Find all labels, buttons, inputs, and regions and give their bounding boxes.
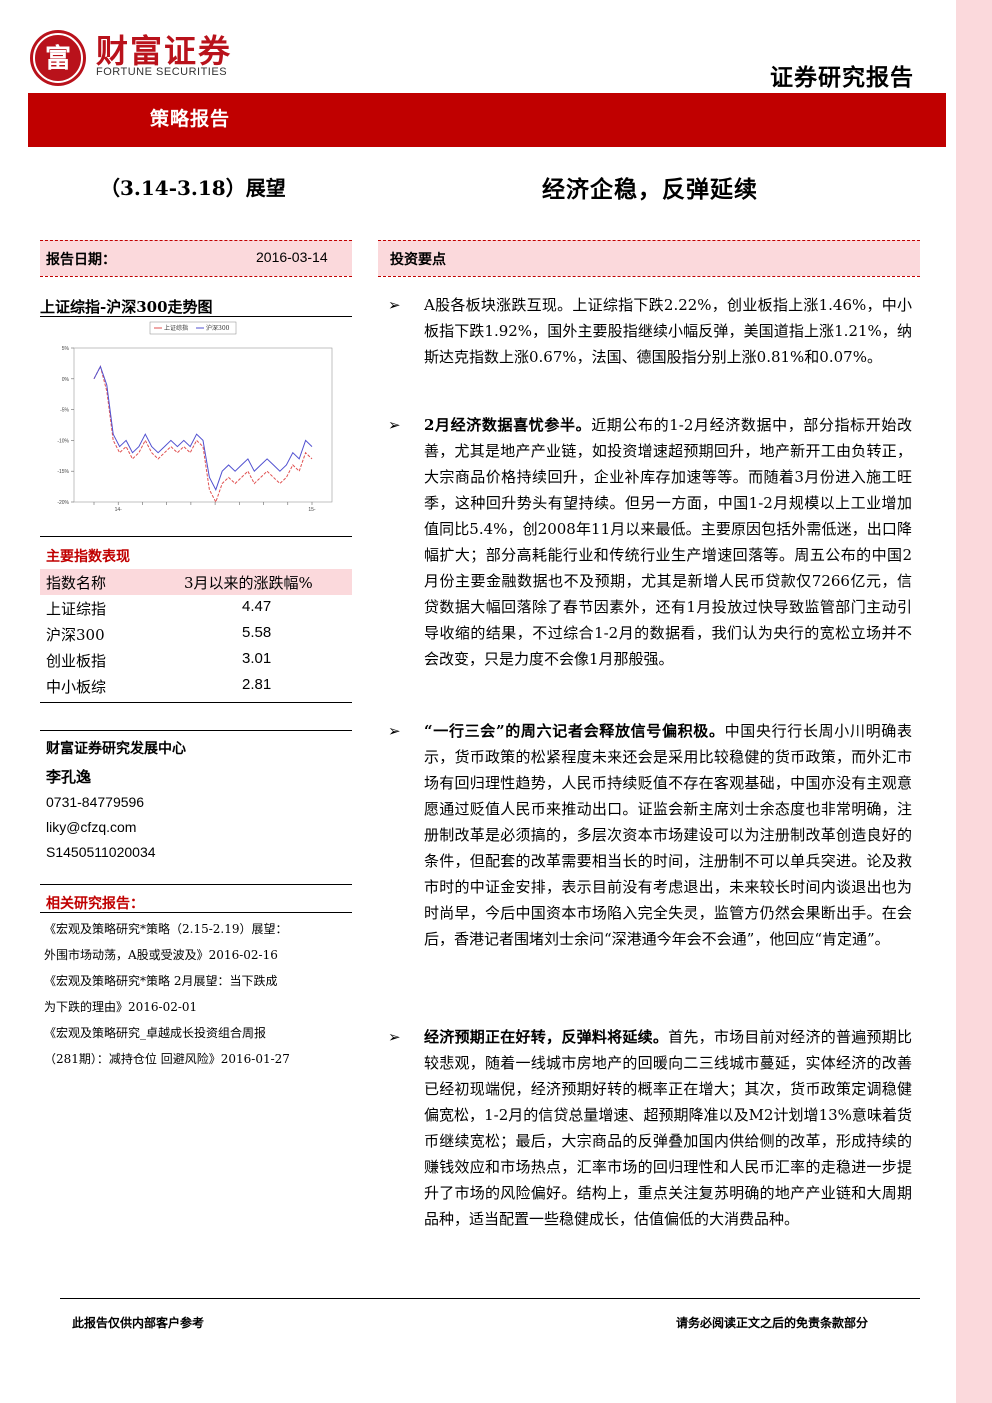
- chart-title: 上证综指-沪深300走势图: [40, 298, 213, 316]
- analyst-cert: S1450511020034: [46, 844, 156, 860]
- divider: [40, 536, 352, 537]
- logo-char: 富: [45, 43, 71, 74]
- bullet-marker: ➢: [388, 722, 401, 740]
- related-line: （281期）：减持仓位 回避风险》2016-01-27: [44, 1052, 290, 1066]
- legend-label: 上证综指: [164, 324, 188, 332]
- report-date-label: 报告日期：: [46, 252, 116, 268]
- bullet-text: 中国央行行长周小川明确表示，货币政策的松紧程度未来还会是采用比较稳健的货币政策，…: [424, 722, 912, 948]
- y-tick-label: -20%: [57, 500, 69, 506]
- y-tick-label: 0%: [62, 377, 70, 383]
- plot-frame: [73, 347, 333, 503]
- footer-right: 请务必阅读正文之后的免责条款部分: [676, 1316, 869, 1330]
- index-name: 沪深300: [46, 626, 105, 644]
- brand-name-en: FORTUNE SECURITIES: [96, 66, 228, 78]
- divider: [378, 276, 920, 277]
- bullet-text: A股各板块涨跌互现。上证综指下跌2.22%，创业板指上涨1.46%，中小板指下跌…: [424, 296, 912, 366]
- headline: 经济企稳，反弹延续: [542, 176, 758, 203]
- bullet-marker: ➢: [388, 416, 401, 434]
- band-label: 策略报告: [150, 108, 231, 130]
- bullet-paragraph: 经济预期正在好转，反弹料将延续。首先，市场目前对经济的普遍预期比较悲观，随着一线…: [424, 1024, 912, 1232]
- table-row: 中小板综 2.81: [46, 674, 346, 700]
- index-table-header: 指数名称 3月以来的涨跌幅%: [46, 570, 346, 596]
- bullet-lead: “一行三会”的周六记者会释放信号偏积极。: [424, 722, 725, 740]
- points-heading: 投资要点: [390, 252, 446, 268]
- x-tick-label: 15-: [308, 507, 316, 513]
- y-tick-label: -5%: [60, 408, 69, 414]
- bullet-lead: 经济预期正在好转，反弹料将延续。: [424, 1028, 669, 1046]
- index-value: 5.58: [242, 624, 272, 641]
- footer-rule: [60, 1298, 920, 1299]
- report-type: 证券研究报告: [770, 64, 914, 91]
- analyst-phone: 0731-84779596: [46, 794, 145, 810]
- divider: [40, 702, 352, 703]
- legend-label: 沪深300: [206, 324, 230, 332]
- index-value: 3.01: [242, 650, 272, 667]
- week-title: （3.14-3.18）展望: [100, 176, 286, 200]
- divider: [40, 912, 352, 913]
- bullet-paragraph: “一行三会”的周六记者会释放信号偏积极。中国央行行长周小川明确表示，货币政策的松…: [424, 718, 912, 952]
- y-tick-label: -10%: [57, 438, 69, 444]
- bullet-lead: 2月经济数据喜忧参半。: [424, 416, 592, 434]
- analyst-name: 李孔逸: [46, 768, 92, 786]
- related-line: 《宏观及策略研究*策略 2月展望：当下跌成: [44, 974, 278, 988]
- analyst-email[interactable]: liky@cfzq.com: [46, 819, 136, 835]
- y-tick-label: -15%: [57, 469, 69, 475]
- bullet-text: 首先，市场目前对经济的普遍预期比较悲观，随着一线城市房地产的回暖向二三线城市蔓延…: [424, 1028, 912, 1228]
- bullet-text: 近期公布的1-2月经济数据中，部分指标开始改善，尤其是地产产业链，如投资增速超预…: [424, 416, 912, 668]
- index-value: 4.47: [242, 598, 272, 615]
- side-decor-strip: [956, 0, 992, 1403]
- bullet-paragraph: 2月经济数据喜忧参半。近期公布的1-2月经济数据中，部分指标开始改善，尤其是地产…: [424, 412, 912, 672]
- related-line: 为下跌的理由》2016-02-01: [44, 1000, 198, 1014]
- related-line: 外围市场动荡，A股或受波及》2016-02-16: [44, 948, 278, 962]
- divider: [40, 884, 352, 885]
- table-row: 创业板指 3.01: [46, 648, 346, 674]
- brand-logo: 富: [30, 30, 86, 86]
- index-name: 创业板指: [46, 652, 107, 670]
- bullet-paragraph: A股各板块涨跌互现。上证综指下跌2.22%，创业板指上涨1.46%，中小板指下跌…: [424, 292, 912, 370]
- bullet-marker: ➢: [388, 1028, 401, 1046]
- points-bar: [378, 240, 920, 276]
- divider: [40, 316, 352, 317]
- x-tick-label: 14-: [115, 507, 123, 513]
- series-line: [93, 365, 313, 504]
- index-table-title: 主要指数表现: [46, 549, 130, 565]
- header-value: 3月以来的涨跌幅%: [184, 574, 313, 592]
- header-name: 指数名称: [46, 574, 107, 592]
- index-name: 上证综指: [46, 600, 107, 618]
- divider: [40, 730, 352, 731]
- y-tick-label: 5%: [62, 346, 70, 352]
- index-value: 2.81: [242, 676, 272, 693]
- footer-left: 此报告仅供内部客户参考: [72, 1316, 205, 1330]
- trend-chart: 5% 0% -5% -10% -15% -20% 14- 15- 上证综指 沪深300: [57, 321, 333, 513]
- table-row: 沪深300 5.58: [46, 622, 346, 648]
- divider: [378, 240, 920, 241]
- index-name: 中小板综: [46, 678, 107, 696]
- table-row: 上证综指 4.47: [46, 596, 346, 622]
- report-date-value: 2016-03-14: [256, 249, 328, 265]
- related-line: 《宏观及策略研究_卓越成长投资组合周报: [44, 1026, 267, 1040]
- series-line: [93, 365, 313, 491]
- org-name: 财富证券研究发展中心: [46, 741, 186, 757]
- divider: [40, 276, 352, 277]
- divider: [40, 240, 352, 241]
- related-title: 相关研究报告：: [46, 896, 144, 912]
- bullet-marker: ➢: [388, 296, 401, 314]
- related-line: 《宏观及策略研究*策略（2.15-2.19）展望：: [44, 922, 288, 936]
